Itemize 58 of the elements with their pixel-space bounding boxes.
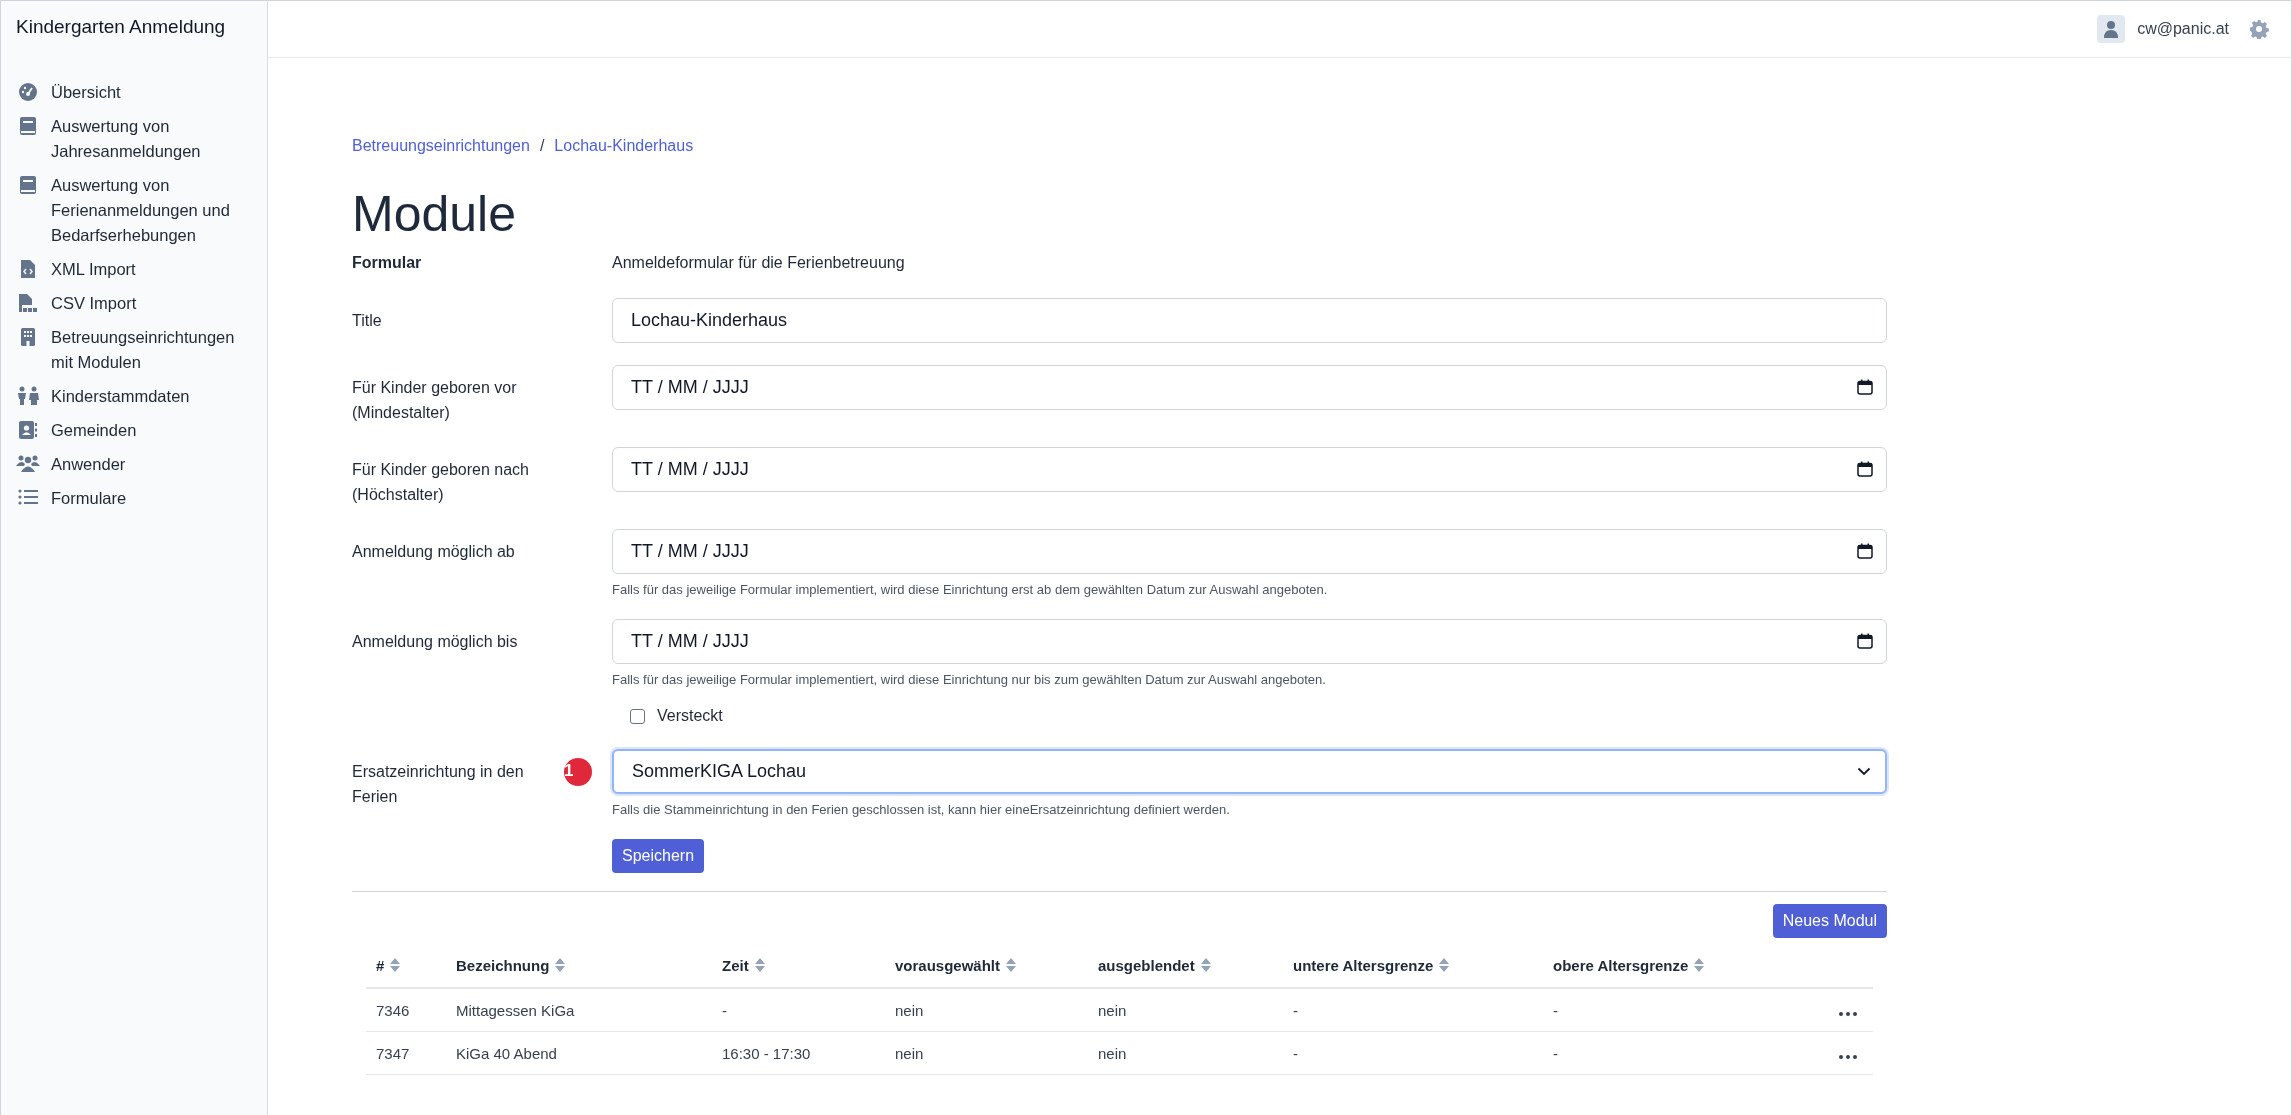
- sidebar-item[interactable]: Betreuungseinrichtungen mit Modulen: [51, 325, 257, 375]
- help-text: Falls für das jeweilige Formular implementiert, wird diese Einrichtung erst ab dem gewählten Datum zur Auswahl angeboten.: [612, 582, 1329, 597]
- table-cell: nein: [1098, 1001, 1127, 1019]
- table-cell: nein: [895, 1044, 924, 1062]
- text-field[interactable]: Lochau-Kinderhaus: [612, 298, 1887, 343]
- date-field[interactable]: TT / MM / JJJJ: [612, 619, 1887, 664]
- date-field[interactable]: TT / MM / JJJJ: [612, 365, 1887, 410]
- select-field[interactable]: SommerKIGA Lochau: [612, 749, 1887, 794]
- sidebar-item[interactable]: Auswertung von Ferienanmeldungen und Bedarfserhebungen: [51, 173, 257, 248]
- checkbox-label: Versteckt: [657, 707, 723, 725]
- field-label: Title: [352, 311, 382, 331]
- table-cell: 7346: [376, 1001, 410, 1019]
- field-label: Formular: [352, 254, 423, 272]
- table-cell: 7347: [376, 1044, 410, 1062]
- date-field[interactable]: TT / MM / JJJJ: [612, 447, 1887, 492]
- table-cell: nein: [1098, 1044, 1127, 1062]
- column-header[interactable]: Bezeichnung: [456, 956, 566, 974]
- column-header[interactable]: Zeit: [722, 956, 765, 974]
- field-label: Für Kinder geboren vor (Mindestalter): [352, 378, 518, 423]
- user-email[interactable]: cw@panic.at: [2137, 20, 2229, 38]
- breadcrumb-separator: /: [539, 137, 545, 155]
- table-cell: nein: [895, 1001, 924, 1019]
- help-text: Falls die Stammeinrichtung in den Ferien geschlossen ist, kann hier eineErsatzeinrichtung definiert werden.: [612, 802, 1231, 817]
- table-cell: -: [1553, 1044, 1558, 1062]
- annotation-badge: 1: [564, 758, 592, 786]
- table-cell: -: [1293, 1044, 1298, 1062]
- sidebar-item[interactable]: Übersicht: [51, 80, 121, 105]
- table-cell: -: [1293, 1001, 1298, 1019]
- breadcrumb-link[interactable]: Betreuungseinrichtungen: [352, 137, 530, 155]
- sidebar-item[interactable]: Formulare: [51, 486, 127, 511]
- sidebar-item[interactable]: CSV Import: [51, 291, 137, 316]
- breadcrumb-link[interactable]: Lochau-Kinderhaus: [554, 137, 694, 155]
- sidebar-item[interactable]: Anwender: [51, 452, 126, 477]
- field-label: Anmeldung möglich bis: [352, 632, 518, 652]
- field-label: Anmeldung möglich ab: [352, 542, 515, 562]
- field-value: Anmeldeformular für die Ferienbetreuung: [612, 254, 906, 272]
- field-label: Ersatzeinrichtung in den Ferien: [352, 762, 525, 807]
- sidebar-item[interactable]: Auswertung von Jahresanmeldungen: [51, 114, 257, 164]
- sidebar-item[interactable]: Kinderstammdaten: [51, 384, 190, 409]
- column-header[interactable]: obere Altersgrenze: [1553, 956, 1705, 974]
- column-header[interactable]: untere Altersgrenze: [1293, 956, 1450, 974]
- table-cell: KiGa 40 Abend: [456, 1044, 557, 1062]
- app-title: Kindergarten Anmeldung: [15, 15, 227, 39]
- new-module-button[interactable]: Neues Modul: [1772, 904, 1887, 938]
- column-header[interactable]: #: [376, 956, 401, 974]
- column-header[interactable]: ausgeblendet: [1098, 956, 1211, 974]
- field-label: Für Kinder geboren nach (Höchstalter): [352, 460, 530, 505]
- save-button[interactable]: Speichern: [612, 839, 705, 873]
- column-header[interactable]: vorausgewählt: [895, 956, 1017, 974]
- table-cell: 16:30 - 17:30: [722, 1044, 811, 1062]
- table-cell: Mittagessen KiGa: [456, 1001, 575, 1019]
- table-cell: -: [722, 1001, 727, 1019]
- table-cell: -: [1553, 1001, 1558, 1019]
- help-text: Falls für das jeweilige Formular implementiert, wird diese Einrichtung nur bis zum gewählten Datum zur Auswahl angeboten.: [612, 672, 1327, 687]
- sidebar-item[interactable]: Gemeinden: [51, 418, 137, 443]
- page-heading: Module: [352, 185, 517, 244]
- date-field[interactable]: TT / MM / JJJJ: [612, 529, 1887, 574]
- sidebar-item[interactable]: XML Import: [51, 257, 136, 282]
